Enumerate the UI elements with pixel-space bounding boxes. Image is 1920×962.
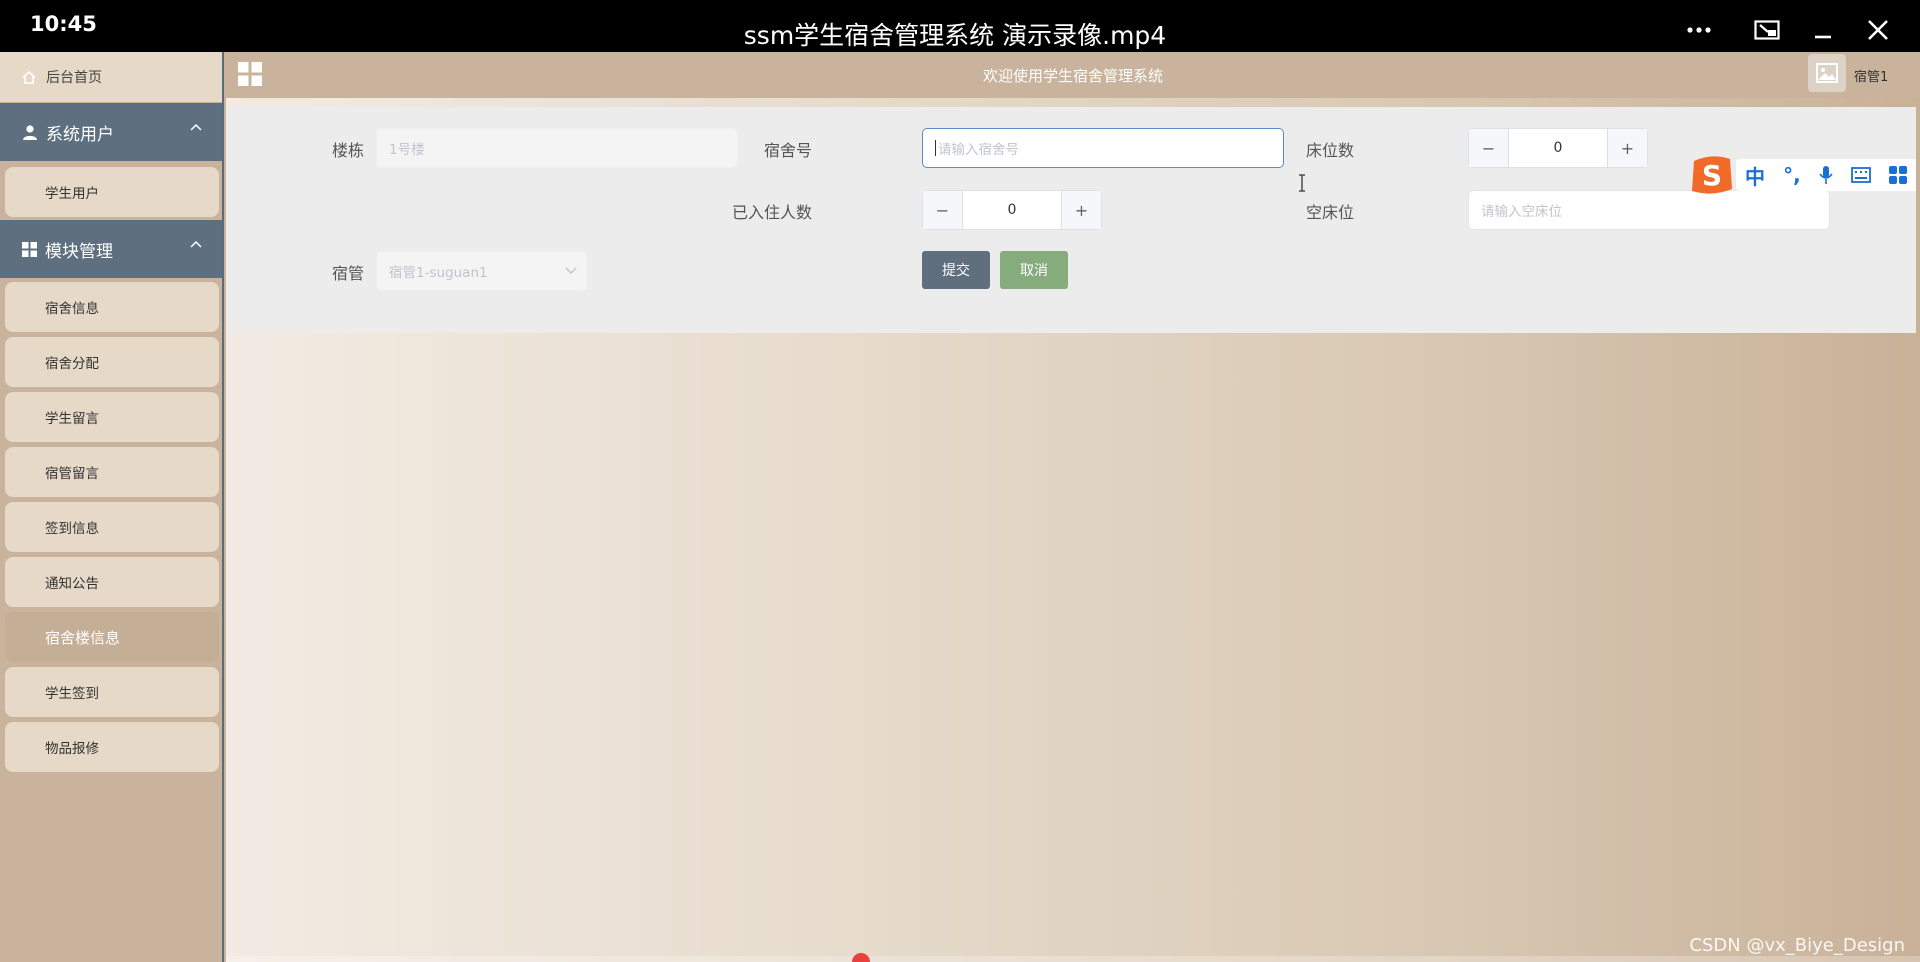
chevron-down-icon xyxy=(565,267,577,274)
sidebar-item-dorm-info[interactable]: 宿舍信息 xyxy=(5,282,219,332)
decrement-button[interactable]: − xyxy=(923,191,963,229)
manager-select: 宿管1-suguan1 xyxy=(376,251,588,291)
room-number-input[interactable]: 请输入宿舍号 xyxy=(922,128,1284,168)
video-progress-bar[interactable] xyxy=(226,956,1920,962)
sidebar-item-checkin-info[interactable]: 签到信息 xyxy=(5,502,219,552)
manager-label: 宿管 xyxy=(331,264,364,283)
picture-in-picture-icon[interactable] xyxy=(1745,8,1789,52)
text-caret xyxy=(935,140,936,156)
toolbox-icon[interactable] xyxy=(1888,166,1907,184)
chevron-up-icon xyxy=(190,240,202,248)
user-name[interactable]: 宿管1 xyxy=(1854,66,1888,85)
bed-count-stepper[interactable]: − 0 + xyxy=(1468,128,1648,168)
app-window: 后台首页 系统用户 学生用户 模块管理 宿舍信息 宿舍分配 学生留言 宿管留言 … xyxy=(0,52,1920,962)
sidebar-group-modules[interactable]: 模块管理 xyxy=(0,220,222,278)
cancel-button[interactable]: 取消 xyxy=(1000,251,1068,289)
building-field: 1号楼 xyxy=(376,128,738,168)
sidebar-group-label: 模块管理 xyxy=(45,241,113,262)
bed-count-value[interactable]: 0 xyxy=(1509,129,1607,167)
image-icon xyxy=(1816,63,1838,83)
decrement-button[interactable]: − xyxy=(1469,129,1509,167)
increment-button[interactable]: + xyxy=(1607,129,1647,167)
sidebar-item-building-info[interactable]: 宿舍楼信息 xyxy=(5,612,219,662)
occupied-stepper[interactable]: − 0 + xyxy=(922,190,1102,230)
keyboard-icon[interactable] xyxy=(1850,167,1871,183)
occupied-label: 已入住人数 xyxy=(731,203,812,222)
sidebar-item-student-users[interactable]: 学生用户 xyxy=(5,167,219,217)
bed-count-label: 床位数 xyxy=(1305,141,1354,160)
sidebar-item-home[interactable]: 后台首页 xyxy=(0,52,222,102)
sidebar-item-label: 后台首页 xyxy=(46,70,102,86)
microphone-icon[interactable] xyxy=(1819,165,1833,185)
sidebar-group-system-users[interactable]: 系统用户 xyxy=(0,103,222,161)
welcome-title: 欢迎使用学生宿舍管理系统 xyxy=(982,67,1163,85)
sidebar: 后台首页 系统用户 学生用户 模块管理 宿舍信息 宿舍分配 学生留言 宿管留言 … xyxy=(0,52,224,962)
svg-text:S: S xyxy=(1702,159,1722,192)
top-header: 欢迎使用学生宿舍管理系统 宿管1 xyxy=(226,52,1920,98)
home-icon xyxy=(22,70,36,84)
sidebar-item-student-messages[interactable]: 学生留言 xyxy=(5,392,219,442)
ime-punctuation-toggle[interactable]: °, xyxy=(1783,163,1801,187)
vacant-beds-label: 空床位 xyxy=(1305,203,1354,222)
ime-controls: 中 °, xyxy=(1736,159,1916,191)
player-bar: 10:45 ssm学生宿舍管理系统 演示录像.mp4 xyxy=(0,0,1920,52)
submit-button[interactable]: 提交 xyxy=(922,251,990,289)
building-form: 楼栋 1号楼 宿舍号 请输入宿舍号 床位数 − 0 + 已入住人数 − 0 + xyxy=(228,107,1916,333)
minimize-icon[interactable] xyxy=(1801,8,1845,52)
more-icon[interactable] xyxy=(1677,8,1721,52)
text-cursor-icon xyxy=(1299,174,1305,192)
building-label: 楼栋 xyxy=(331,141,364,160)
user-icon xyxy=(22,124,38,140)
main-content: 欢迎使用学生宿舍管理系统 宿管1 楼栋 1号楼 宿舍号 请输入宿舍号 床位数 −… xyxy=(226,52,1920,962)
sidebar-item-student-checkin[interactable]: 学生签到 xyxy=(5,667,219,717)
sidebar-group-label: 系统用户 xyxy=(46,124,114,145)
grid-icon xyxy=(22,241,37,257)
close-icon[interactable] xyxy=(1856,8,1900,52)
sidebar-item-dorm-assign[interactable]: 宿舍分配 xyxy=(5,337,219,387)
video-title: ssm学生宿舍管理系统 演示录像.mp4 xyxy=(743,21,1167,50)
watermark: CSDN @vx_Biye_Design xyxy=(1689,935,1905,956)
chevron-up-icon xyxy=(190,123,202,131)
occupied-value[interactable]: 0 xyxy=(963,191,1061,229)
sidebar-item-manager-messages[interactable]: 宿管留言 xyxy=(5,447,219,497)
sogou-logo-icon[interactable]: S xyxy=(1688,152,1736,198)
ime-mode-toggle[interactable]: 中 xyxy=(1745,161,1765,190)
sidebar-item-repairs[interactable]: 物品报修 xyxy=(5,722,219,772)
increment-button[interactable]: + xyxy=(1061,191,1101,229)
avatar[interactable] xyxy=(1808,54,1846,92)
sidebar-item-notices[interactable]: 通知公告 xyxy=(5,557,219,607)
room-number-label: 宿舍号 xyxy=(763,141,812,160)
ime-toolbar: S 中 °, xyxy=(1688,152,1920,198)
